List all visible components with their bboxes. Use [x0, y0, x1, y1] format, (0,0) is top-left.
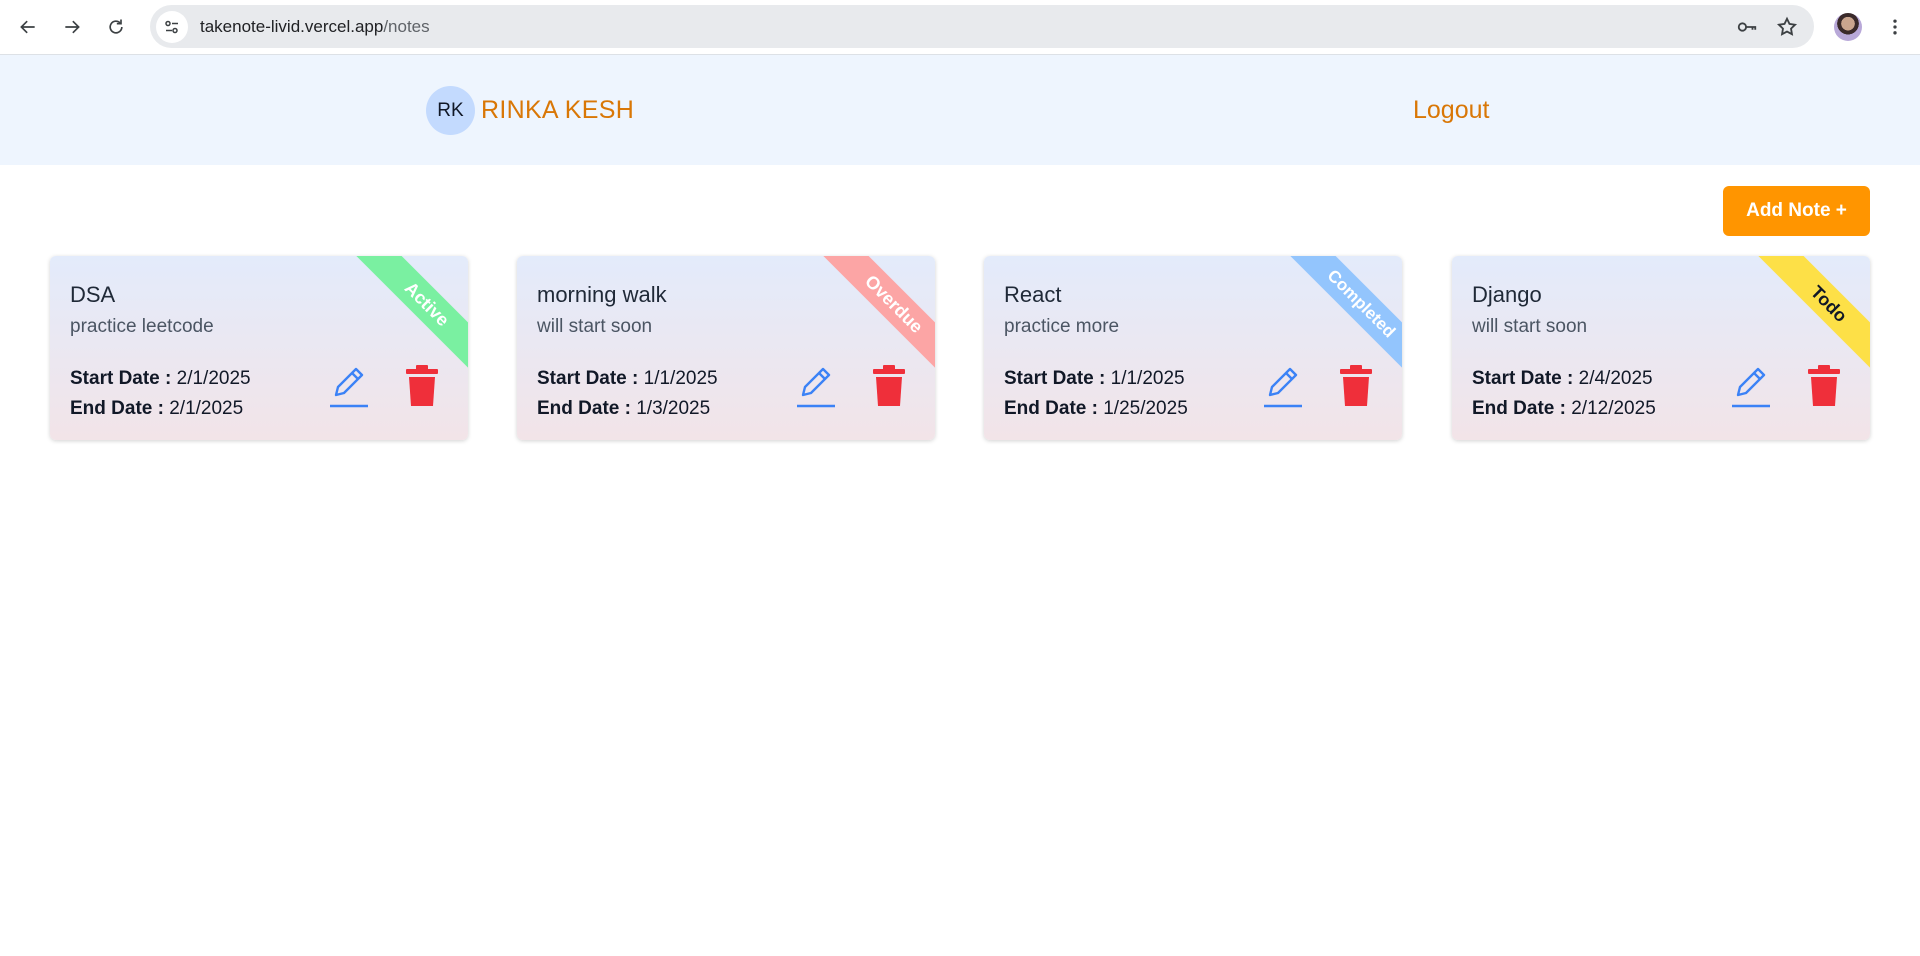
arrow-left-icon	[20, 20, 35, 34]
start-date-label: Start Date :	[70, 368, 172, 389]
status-ribbon: Active	[348, 256, 468, 376]
start-date-row: Start Date : 1/1/2025	[537, 364, 718, 394]
start-date-value: 2/1/2025	[176, 368, 251, 389]
add-note-button[interactable]: Add Note +	[1723, 186, 1870, 236]
end-date-row: End Date : 2/12/2025	[1472, 394, 1656, 424]
site-info-button[interactable]	[156, 10, 188, 43]
start-date-value: 1/1/2025	[1110, 368, 1185, 389]
note-card: DSA practice leetcode Start Date : 2/1/2…	[50, 256, 468, 440]
browser-toolbar: takenote-livid.vercel.app/notes	[0, 0, 1920, 55]
note-card: Django will start soon Start Date : 2/4/…	[1452, 256, 1870, 440]
user-avatar: RK	[426, 86, 475, 135]
note-description: practice leetcode	[70, 316, 214, 337]
url-host: takenote-livid.vercel.app	[200, 16, 384, 36]
address-bar[interactable]: takenote-livid.vercel.app/notes	[150, 5, 1814, 48]
start-date-row: Start Date : 2/1/2025	[70, 364, 251, 394]
reload-icon	[109, 19, 123, 34]
note-card: React practice more Start Date : 1/1/202…	[984, 256, 1402, 440]
note-dates: Start Date : 1/1/2025 End Date : 1/3/202…	[537, 364, 718, 424]
start-date-value: 2/4/2025	[1578, 368, 1653, 389]
status-label: Overdue	[822, 256, 935, 376]
end-date-value: 1/3/2025	[636, 398, 711, 419]
end-date-label: End Date :	[537, 398, 631, 419]
star-icon[interactable]	[1776, 16, 1798, 38]
start-date-label: Start Date :	[1004, 368, 1106, 389]
status-ribbon: Overdue	[815, 256, 935, 376]
note-card: morning walk will start soon Start Date …	[517, 256, 935, 440]
note-description: practice more	[1004, 316, 1120, 337]
end-date-value: 1/25/2025	[1103, 398, 1188, 419]
key-icon[interactable]	[1736, 16, 1758, 38]
note-title: React	[1004, 282, 1062, 307]
note-title: morning walk	[537, 282, 667, 307]
note-title: DSA	[70, 282, 116, 307]
end-date-row: End Date : 1/25/2025	[1004, 394, 1188, 424]
note-title: Django	[1472, 282, 1542, 307]
end-date-row: End Date : 2/1/2025	[70, 394, 251, 424]
end-date-value: 2/12/2025	[1571, 398, 1656, 419]
browser-menu-button[interactable]	[1880, 12, 1910, 42]
reload-button[interactable]	[94, 5, 138, 49]
url-text[interactable]: takenote-livid.vercel.app/notes	[200, 17, 430, 37]
end-date-label: End Date :	[1472, 398, 1566, 419]
start-date-value: 1/1/2025	[643, 368, 718, 389]
more-vertical-icon	[1893, 19, 1897, 35]
status-label: Completed	[1289, 256, 1402, 376]
arrow-right-icon	[65, 20, 80, 34]
user-name: RINKA KESH	[481, 96, 635, 124]
end-date-label: End Date :	[70, 398, 164, 419]
start-date-row: Start Date : 2/4/2025	[1472, 364, 1656, 394]
end-date-label: End Date :	[1004, 398, 1098, 419]
tune-icon	[165, 20, 178, 33]
logout-link[interactable]: Logout	[1413, 96, 1489, 125]
url-path: /notes	[383, 16, 430, 36]
start-date-label: Start Date :	[537, 368, 639, 389]
note-description: will start soon	[1472, 316, 1588, 337]
note-dates: Start Date : 2/4/2025 End Date : 2/12/20…	[1472, 364, 1656, 424]
start-date-label: Start Date :	[1472, 368, 1574, 389]
status-label: Todo	[1757, 256, 1870, 376]
start-date-row: Start Date : 1/1/2025	[1004, 364, 1188, 394]
note-dates: Start Date : 2/1/2025 End Date : 2/1/202…	[70, 364, 251, 424]
note-description: will start soon	[537, 316, 653, 337]
end-date-row: End Date : 1/3/2025	[537, 394, 718, 424]
note-dates: Start Date : 1/1/2025 End Date : 1/25/20…	[1004, 364, 1188, 424]
notes-grid: DSA practice leetcode Start Date : 2/1/2…	[50, 256, 1870, 442]
status-ribbon: Completed	[1282, 256, 1402, 376]
end-date-value: 2/1/2025	[169, 398, 244, 419]
status-label: Active	[355, 256, 468, 376]
forward-button[interactable]	[50, 5, 94, 49]
app-header: RK RINKA KESH Logout	[0, 55, 1920, 165]
back-button[interactable]	[6, 5, 50, 49]
browser-profile-avatar[interactable]	[1834, 13, 1862, 41]
status-ribbon: Todo	[1750, 256, 1870, 376]
